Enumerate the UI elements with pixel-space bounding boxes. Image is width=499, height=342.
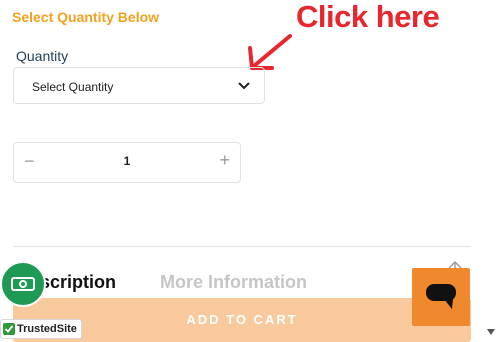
tab-description[interactable]: scription [40, 272, 116, 293]
trustedsite-badge[interactable]: TrustedSite [0, 319, 82, 339]
quantity-stepper[interactable]: − 1 + [13, 142, 241, 183]
divider [13, 246, 471, 247]
chat-button[interactable] [412, 268, 470, 326]
tab-more-information[interactable]: More Information [160, 272, 307, 293]
click-here-annotation: Click here [296, 0, 440, 34]
scroll-down-icon[interactable] [486, 327, 496, 337]
money-icon [11, 277, 35, 291]
trustedsite-label: TrustedSite [17, 323, 77, 335]
chevron-down-icon [238, 82, 250, 90]
select-quantity-heading: Select Quantity Below [12, 9, 160, 25]
quantity-label: Quantity [16, 48, 69, 64]
rewards-button[interactable] [0, 261, 46, 307]
quantity-select-value: Select Quantity [32, 80, 114, 94]
quantity-select[interactable]: Select Quantity [13, 67, 265, 104]
increment-button[interactable]: + [219, 150, 230, 171]
quantity-value[interactable]: 1 [14, 154, 240, 168]
checkmark-icon [3, 323, 15, 335]
chat-icon [426, 284, 456, 309]
